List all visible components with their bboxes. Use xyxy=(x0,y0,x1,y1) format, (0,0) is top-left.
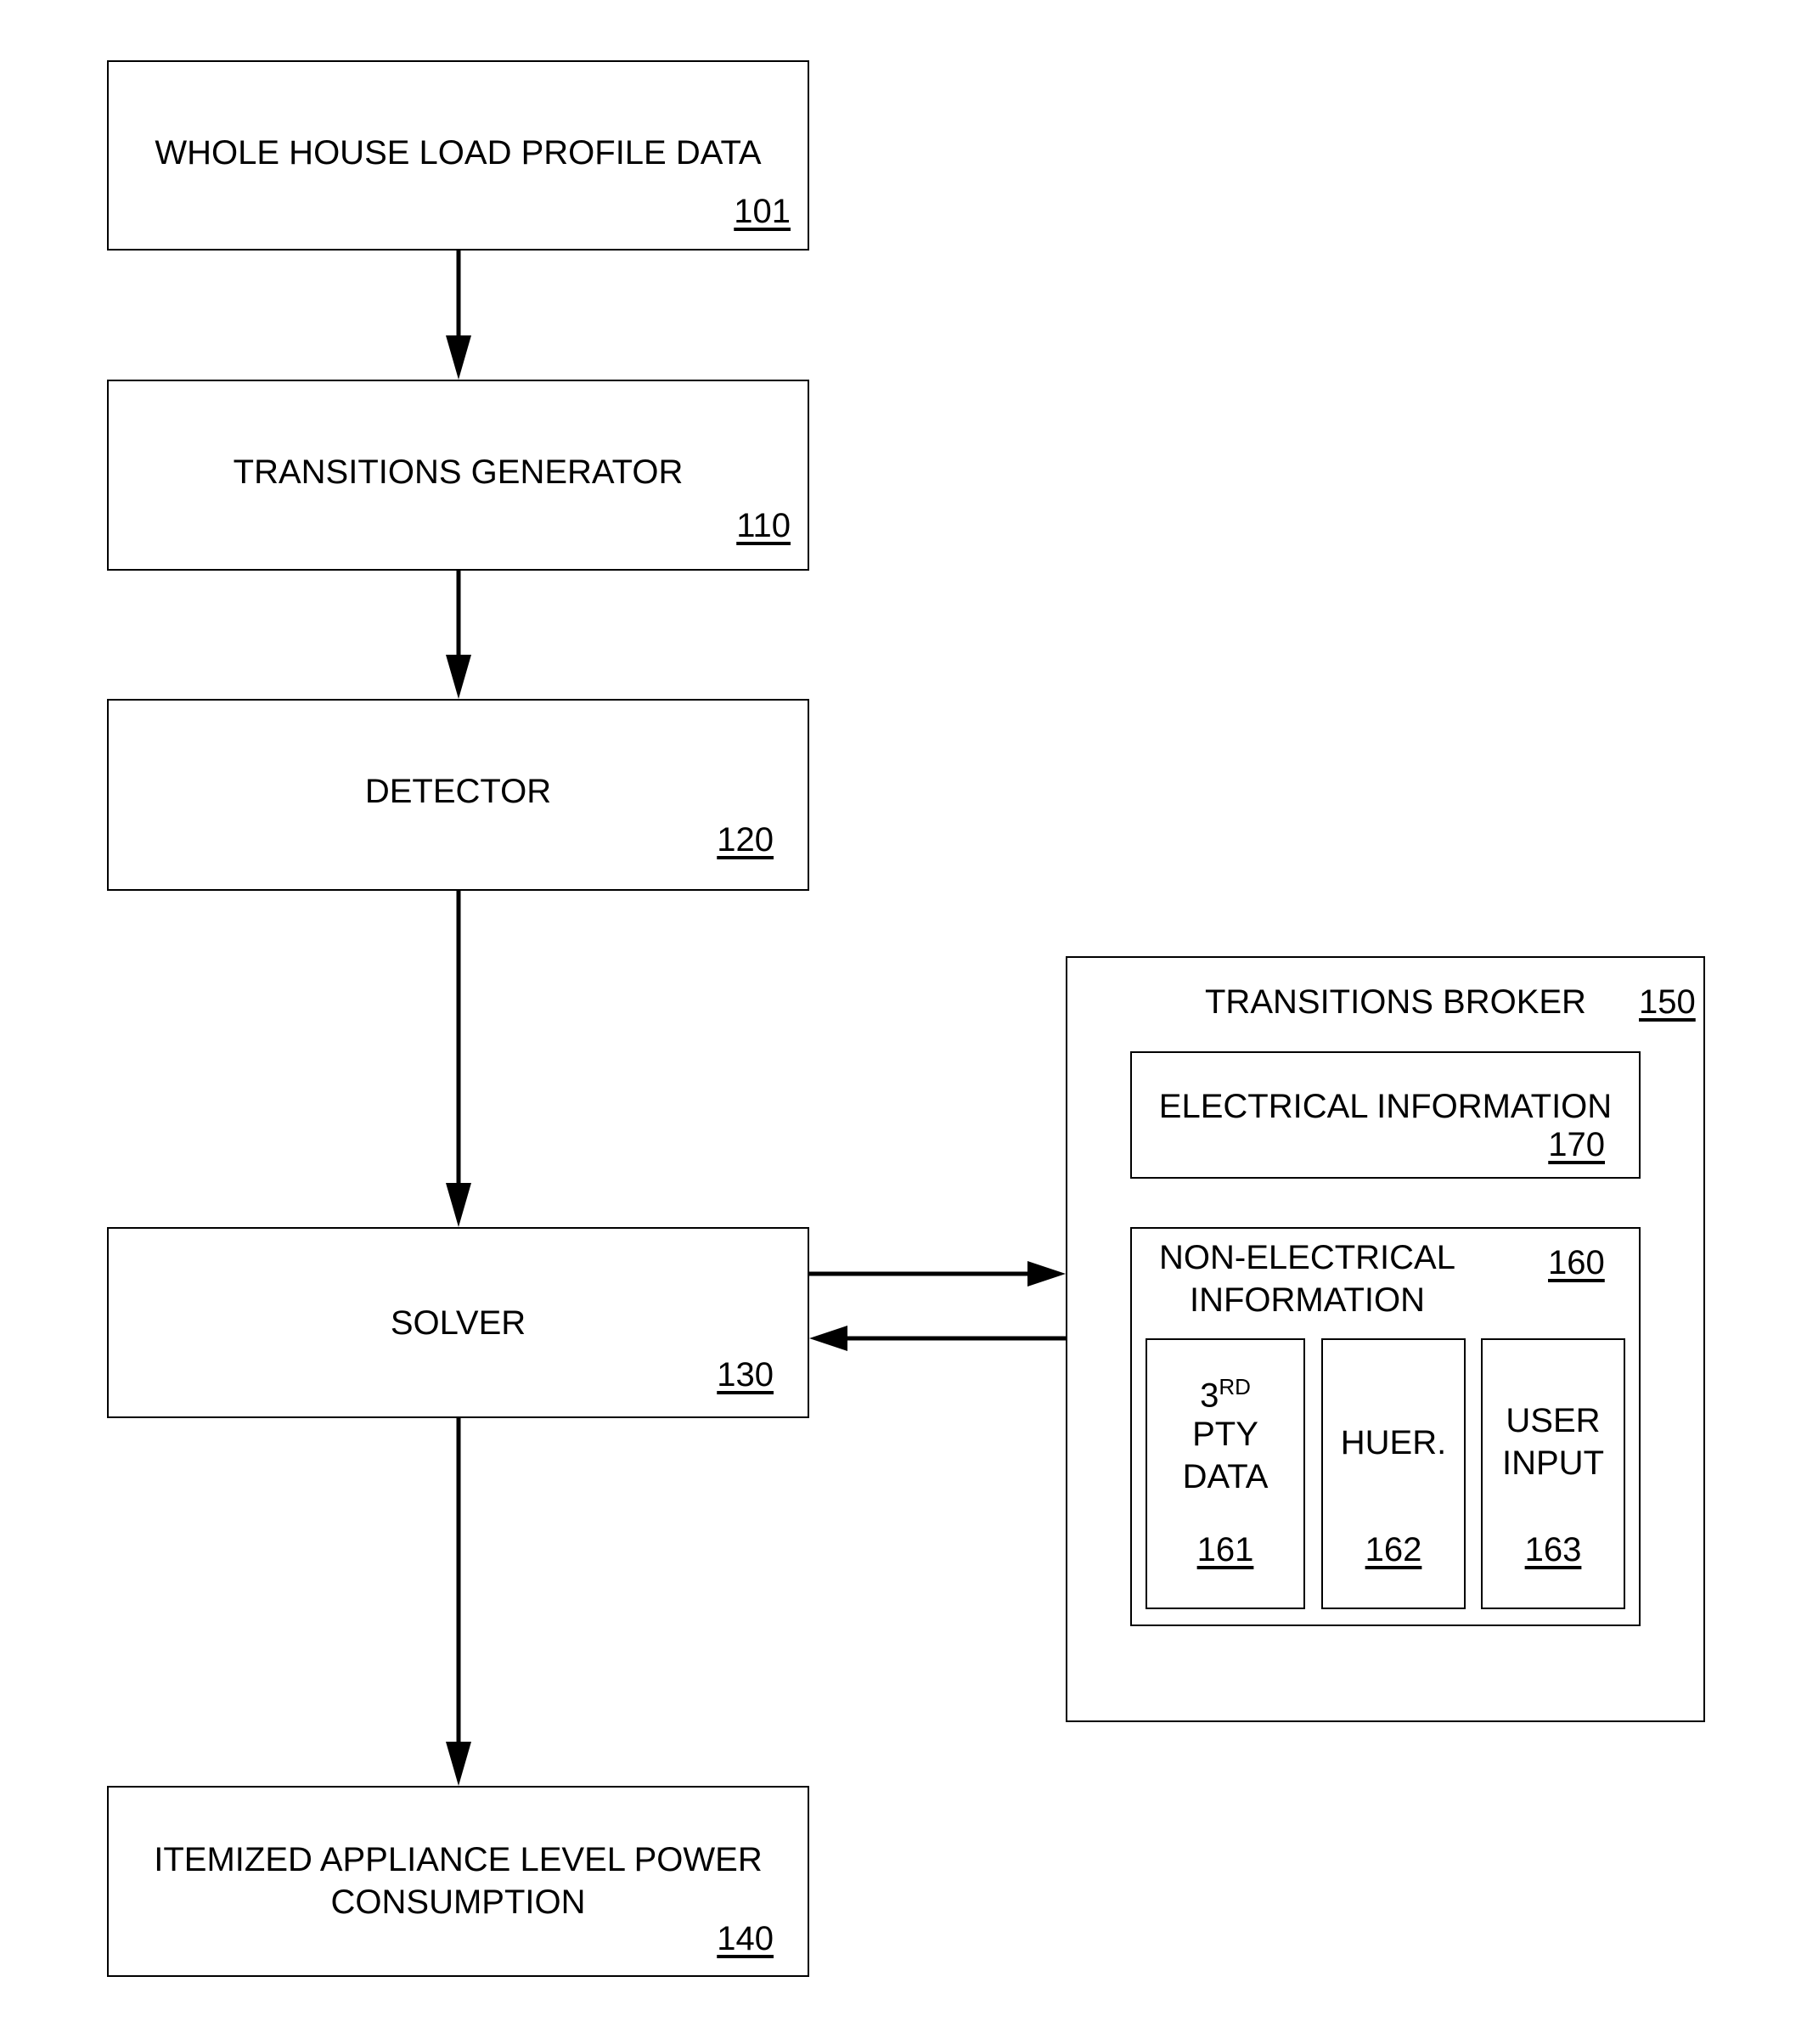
ref-number: 161 xyxy=(1147,1529,1303,1571)
block-label-line2: PTY xyxy=(1192,1416,1258,1453)
ordinal-suffix: RD xyxy=(1219,1374,1251,1399)
electrical-information-block: ELECTRICAL INFORMATION 170 xyxy=(1130,1051,1641,1179)
ref-number: 130 xyxy=(717,1356,774,1394)
whole-house-load-profile-block: WHOLE HOUSE LOAD PROFILE DATA 101 xyxy=(107,60,809,251)
user-input-block: USER INPUT 163 xyxy=(1481,1338,1625,1609)
block-label-line1: 3RD xyxy=(1147,1365,1303,1416)
ref-number: 101 xyxy=(734,193,791,230)
arrowhead-130-to-140 xyxy=(446,1742,471,1786)
block-label: DETECTOR xyxy=(364,773,552,810)
ref-number: 120 xyxy=(717,821,774,859)
block-label: TRANSITIONS GENERATOR xyxy=(233,453,684,491)
itemized-consumption-block: ITEMIZED APPLIANCE LEVEL POWER CONSUMPTI… xyxy=(107,1786,809,1977)
solver-block: SOLVER 130 xyxy=(107,1227,809,1418)
block-label: WHOLE HOUSE LOAD PROFILE DATA xyxy=(155,134,762,172)
third-party-data-block: 3RD PTY DATA 161 xyxy=(1146,1338,1305,1609)
ref-number: 160 xyxy=(1548,1244,1605,1281)
block-label: HUER. xyxy=(1340,1424,1447,1461)
ref-text: 163 xyxy=(1524,1531,1582,1568)
ref-number: 162 xyxy=(1323,1529,1464,1571)
heuristics-block: HUER. 162 xyxy=(1321,1338,1466,1609)
block-label-line1: USER xyxy=(1506,1402,1601,1439)
block-label-line2: INPUT xyxy=(1502,1444,1604,1482)
arrowhead-110-to-120 xyxy=(446,655,471,699)
block-label-line2: INFORMATION xyxy=(1190,1281,1426,1319)
ref-number: 150 xyxy=(1639,983,1696,1021)
block-label-line2: CONSUMPTION xyxy=(330,1884,586,1921)
ref-text: 161 xyxy=(1196,1531,1254,1568)
ref-number: 170 xyxy=(1548,1126,1605,1163)
block-label: ELECTRICAL INFORMATION xyxy=(1158,1088,1613,1125)
block-label-line3: DATA xyxy=(1182,1458,1269,1495)
ref-number: 163 xyxy=(1483,1529,1624,1571)
arrowhead-150-to-130 xyxy=(809,1326,847,1351)
ref-number: 110 xyxy=(736,507,791,544)
ref-number: 140 xyxy=(717,1920,774,1957)
transitions-generator-block: TRANSITIONS GENERATOR 110 xyxy=(107,380,809,571)
ref-text: 162 xyxy=(1365,1531,1422,1568)
arrowhead-120-to-130 xyxy=(446,1183,471,1227)
ordinal-number: 3 xyxy=(1200,1377,1219,1415)
block-label-line1: ITEMIZED APPLIANCE LEVEL POWER xyxy=(154,1841,763,1878)
block-label: SOLVER xyxy=(390,1304,526,1342)
arrowhead-130-to-150 xyxy=(1027,1261,1066,1287)
detector-block: DETECTOR 120 xyxy=(107,699,809,891)
arrowhead-101-to-110 xyxy=(446,335,471,380)
block-label: TRANSITIONS BROKER xyxy=(1205,983,1586,1021)
block-label-line1: NON-ELECTRICAL xyxy=(1159,1239,1455,1276)
